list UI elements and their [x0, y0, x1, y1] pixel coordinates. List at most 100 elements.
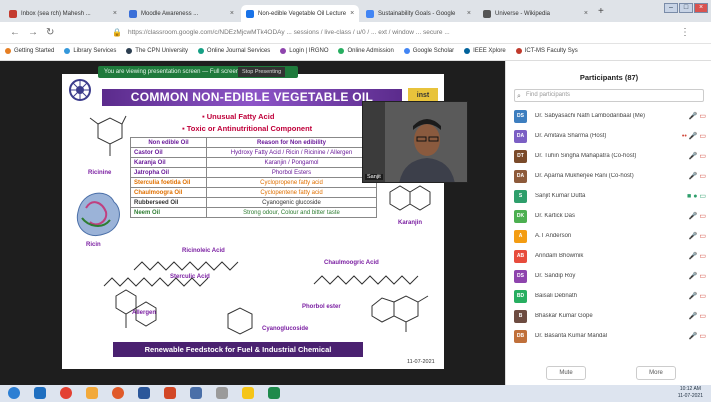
bookmark-item[interactable]: Google Scholar [403, 48, 455, 54]
url-field[interactable]: https://classroom.google.com/c/NDEzMjcwM… [128, 26, 668, 40]
mic-muted-icon[interactable]: 🎤 ▭ [689, 152, 706, 160]
browser-tab-2[interactable]: Moodle Awareness ... × [124, 5, 239, 22]
mic-muted-icon[interactable]: 🎤 ▭ [689, 232, 706, 240]
participant-row[interactable]: AB Arindam Bhowmik 🎤 ▭ [514, 247, 706, 265]
system-clock[interactable]: 10:12 AM 11-07-2021 [678, 386, 703, 400]
browser-tab-1[interactable]: Inbox (sea rch) Mahesh ... × [4, 5, 122, 22]
more-button[interactable]: More [636, 366, 676, 380]
bookmark-item[interactable]: IEEE Xplore [464, 48, 506, 54]
notepad-icon[interactable] [216, 387, 228, 399]
reason-cell: Cyclopentene fatty acid [206, 187, 377, 198]
tab-label: Universe - Wikipedia [495, 10, 551, 17]
back-icon[interactable]: ← [10, 27, 20, 38]
firefox-icon[interactable] [112, 387, 124, 399]
slide-bullet-2: ▪ Toxic or Antinutritional Component [182, 124, 313, 133]
bookmark-label: Google Scholar [412, 48, 455, 54]
oil-cell: Castor Oil [130, 147, 207, 158]
word-icon[interactable] [138, 387, 150, 399]
participant-search-input[interactable]: ⌕ Find participants [514, 89, 704, 102]
mic-muted-icon[interactable]: 🎤 ▭ [689, 292, 706, 300]
tab-label: Inbox (sea rch) Mahesh ... [21, 10, 91, 17]
excel-icon[interactable] [268, 387, 280, 399]
powerpoint-icon[interactable] [164, 387, 176, 399]
close-tab-icon[interactable]: × [346, 10, 354, 17]
tab-label: Non-edible Vegetable Oil Lecture [258, 10, 347, 17]
chrome-icon[interactable] [60, 387, 72, 399]
mic-muted-icon[interactable]: •• 🎤 ▭ [682, 132, 706, 140]
participant-row[interactable]: DS Dr. Sabyasachi Nath Lambodaribaal (Me… [514, 107, 706, 125]
phorbol-ester-structure [371, 295, 429, 332]
close-tab-icon[interactable]: × [109, 10, 117, 17]
close-tab-icon[interactable]: × [226, 10, 234, 17]
bookmark-item[interactable]: Online Journal Services [197, 48, 270, 54]
close-tab-icon[interactable]: × [580, 10, 588, 17]
participant-name: Dr. Amitava Sharma (Host) [535, 133, 607, 139]
meeting-area: You are viewing presentation screen — Fu… [0, 61, 711, 385]
bookmark-icon [403, 48, 410, 54]
mic-active-icon[interactable]: ■ ● ▭ [687, 192, 706, 200]
participant-row[interactable]: S Sanjit Kumar Dutta ■ ● ▭ [514, 187, 706, 205]
mic-muted-icon[interactable]: 🎤 ▭ [689, 112, 706, 120]
participant-row[interactable]: DA Dr. Amitava Sharma (Host) •• 🎤 ▭ [514, 127, 706, 145]
mic-muted-icon[interactable]: 🎤 ▭ [689, 312, 706, 320]
reason-cell: Cyanogenic glucoside [206, 197, 377, 208]
participant-name: Dr. Sabyasachi Nath Lambodaribaal (Me) [535, 113, 646, 119]
reason-cell: Hydroxy Fatty Acid / Ricin / Ricinine / … [206, 147, 377, 158]
chaulmoogric-acid-label: Chaulmoogric Acid [324, 260, 379, 266]
ricinoleic-acid-label: Ricinoleic Acid [182, 248, 225, 254]
mic-muted-icon[interactable]: 🎤 ▭ [689, 212, 706, 220]
participant-row[interactable]: DK Dr. Kartick Das 🎤 ▭ [514, 207, 706, 225]
bookmark-item[interactable]: Getting Started [5, 48, 54, 54]
reload-icon[interactable]: ↻ [46, 27, 54, 38]
browser-tab-5[interactable]: Universe - Wikipedia × [478, 5, 593, 22]
camera-name-tag: Sanjit [365, 174, 383, 180]
participant-name: Arindam Bhowmik [535, 253, 584, 259]
participant-row[interactable]: BD Baisali Debnath 🎤 ▭ [514, 287, 706, 305]
avatar: DA [514, 169, 527, 183]
oil-cell: Chaulmoogra Oil [130, 187, 207, 198]
participant-row[interactable]: DT Dr. Tuhin Singha Mahapatra (Co-host) … [514, 147, 706, 165]
table-row: Jatropha Oil Phorbol Esters [130, 167, 377, 178]
mute-all-button[interactable]: Mute [546, 366, 586, 380]
slide-title: COMMON NON-EDIBLE VEGETABLE OIL [102, 89, 402, 106]
close-window-button[interactable]: × [694, 3, 708, 13]
bookmark-item[interactable]: The CPN University [126, 48, 188, 54]
bookmark-item[interactable]: ICT-MS Faculty Sys [515, 48, 578, 54]
participant-row[interactable]: DA Dr. Aparna Mukherjee Rani (Co-host) 🎤… [514, 167, 706, 185]
table-row: Sterculia foetida Oil Cyclopropene fatty … [130, 177, 377, 188]
browser-tab-3-active[interactable]: Non-edible Vegetable Oil Lecture × [241, 5, 359, 22]
bookmark-icon [280, 48, 287, 54]
participant-row[interactable]: DS Dr. Sandip Roy 🎤 ▭ [514, 267, 706, 285]
mic-muted-icon[interactable]: 🎤 ▭ [689, 252, 706, 260]
close-tab-icon[interactable]: × [463, 10, 471, 17]
bookmark-icon [64, 48, 71, 54]
ie-icon[interactable] [34, 387, 46, 399]
bookmark-item[interactable]: Library Services [64, 48, 116, 54]
oil-cell: Karanja Oil [130, 157, 207, 168]
presenter-camera-tile[interactable]: Sanjit [362, 101, 468, 183]
ricin-structure [76, 192, 120, 236]
participant-row[interactable]: DB Dr. Basanta Kumar Mandal 🎤 ▭ [514, 327, 706, 345]
minimize-button[interactable]: – [664, 3, 678, 13]
participant-name: Dr. Basanta Kumar Mandal [535, 333, 608, 339]
explorer-icon[interactable] [190, 387, 202, 399]
bookmark-item[interactable]: Online Admission [338, 48, 394, 54]
forward-icon[interactable]: → [28, 27, 38, 38]
participant-row[interactable]: A A.T Anderson 🎤 ▭ [514, 227, 706, 245]
mic-muted-icon[interactable]: 🎤 ▭ [689, 272, 706, 280]
bookmark-item[interactable]: Login | IRGNO [280, 48, 329, 54]
mic-muted-icon[interactable]: 🎤 ▭ [689, 332, 706, 340]
stop-presenting-button[interactable]: Stop Presenting [238, 67, 286, 77]
participant-name: Dr. Tuhin Singha Mahapatra (Co-host) [535, 153, 637, 159]
moodle-icon [129, 9, 137, 18]
slide-date: 11-07-2021 [407, 359, 435, 365]
folder-icon[interactable] [86, 387, 98, 399]
mic-muted-icon[interactable]: 🎤 ▭ [689, 172, 706, 180]
participant-row[interactable]: B Bhaskar Kumar Gope 🎤 ▭ [514, 307, 706, 325]
new-tab-button[interactable]: + [598, 6, 604, 17]
maximize-button[interactable]: □ [679, 3, 693, 13]
files-icon[interactable] [242, 387, 254, 399]
start-icon[interactable] [8, 387, 20, 399]
extensions-icon[interactable]: ⋮ [680, 27, 690, 38]
browser-tab-4[interactable]: Sustainability Goals - Google × [361, 5, 476, 22]
